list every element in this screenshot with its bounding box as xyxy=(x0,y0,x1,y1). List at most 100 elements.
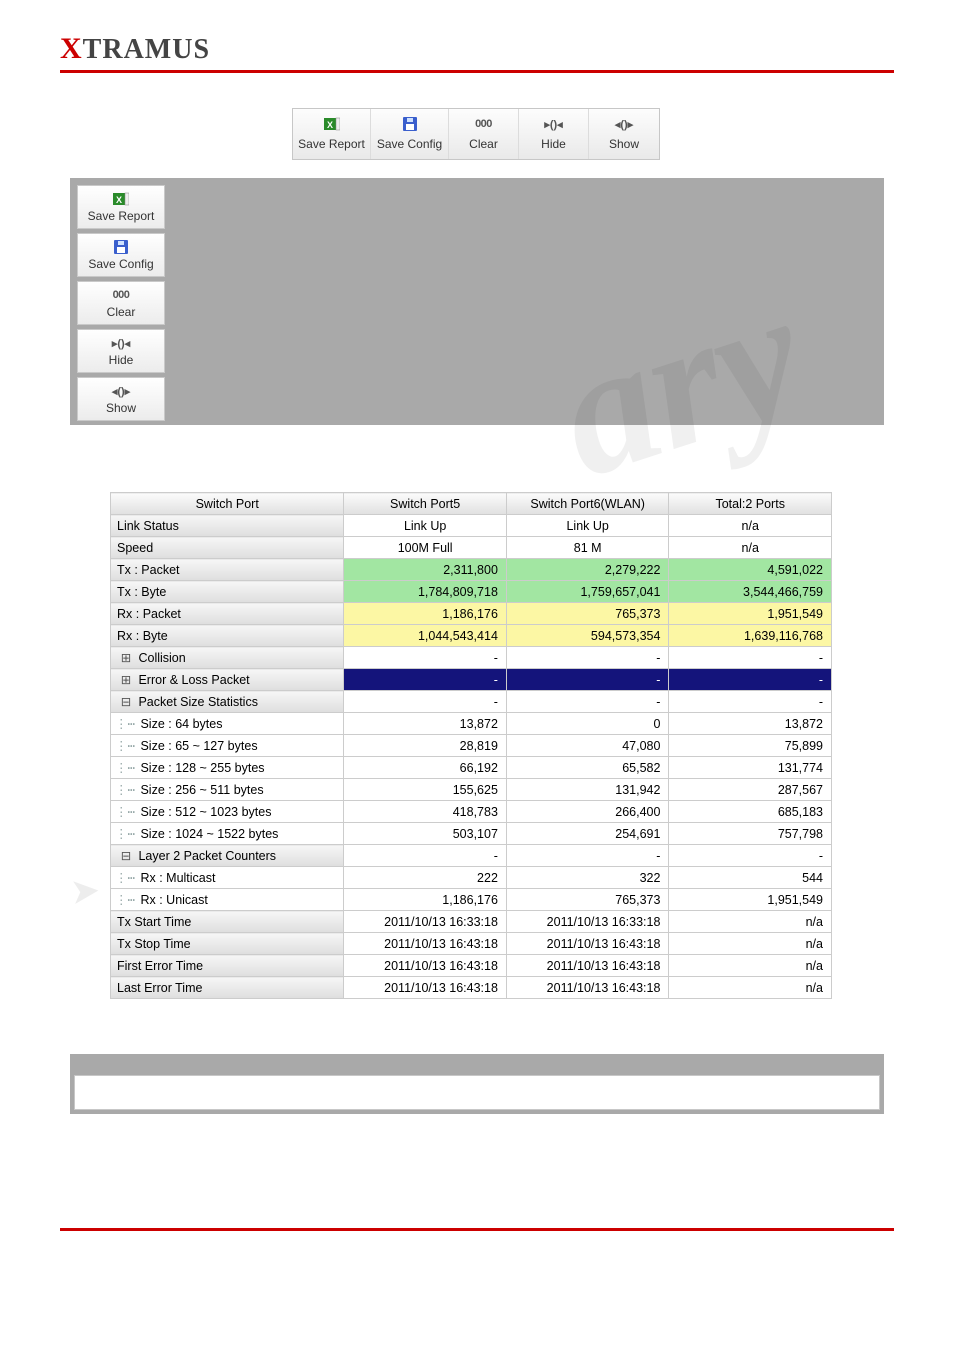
side-save-config-label: Save Config xyxy=(78,257,164,271)
row-label-cell: ⊞ Collision xyxy=(111,647,344,669)
section-empty-inner xyxy=(74,1075,880,1110)
save-report-button[interactable]: XSave Report xyxy=(293,109,371,159)
side-hide-button[interactable]: ▸()◂Hide xyxy=(77,329,165,373)
save-config-label: Save Config xyxy=(371,137,448,151)
table-row: Rx : Byte1,044,543,414594,573,3541,639,1… xyxy=(111,625,832,647)
footer-divider xyxy=(60,1228,894,1231)
row-value-cell: n/a xyxy=(669,515,832,537)
row-value-cell: 65,582 xyxy=(506,757,669,779)
row-value-cell: 2011/10/13 16:43:18 xyxy=(506,955,669,977)
tree-branch-icon: ⋮⋯ xyxy=(115,716,137,731)
side-show-button[interactable]: ◂()▸Show xyxy=(77,377,165,421)
row-value-cell: 2011/10/13 16:43:18 xyxy=(506,977,669,999)
row-value-cell: 2011/10/13 16:43:18 xyxy=(344,933,507,955)
row-label-cell: Tx : Byte xyxy=(111,581,344,603)
row-label-cell: ⋮⋯ Size : 1024 ~ 1522 bytes xyxy=(111,823,344,845)
table-header-cell: Total:2 Ports xyxy=(669,493,832,515)
row-value-cell: 2011/10/13 16:33:18 xyxy=(506,911,669,933)
row-value-cell: 503,107 xyxy=(344,823,507,845)
tree-branch-icon: ⋮⋯ xyxy=(115,826,137,841)
clear-label: Clear xyxy=(449,137,518,151)
row-value-cell: 100M Full xyxy=(344,537,507,559)
tree-expand-icon[interactable]: ⊞ xyxy=(117,650,135,665)
row-value-cell: 2011/10/13 16:33:18 xyxy=(344,911,507,933)
table-row: ⊟ Packet Size Statistics--- xyxy=(111,691,832,713)
row-label-cell: ⋮⋯ Size : 64 bytes xyxy=(111,713,344,735)
row-value-cell: 28,819 xyxy=(344,735,507,757)
table-row: Rx : Packet1,186,176765,3731,951,549 xyxy=(111,603,832,625)
row-label-cell: ⊟ Packet Size Statistics xyxy=(111,691,344,713)
row-label: Layer 2 Packet Counters xyxy=(135,849,276,863)
brand-rest: TRAMUS xyxy=(83,34,210,65)
tree-branch-icon: ⋮⋯ xyxy=(115,760,137,775)
table-row: ⋮⋯ Size : 1024 ~ 1522 bytes503,107254,69… xyxy=(111,823,832,845)
side-save-report-button[interactable]: XSave Report xyxy=(77,185,165,229)
side-show-icon: ◂()▸ xyxy=(78,382,164,400)
tree-collapse-icon[interactable]: ⊟ xyxy=(117,848,135,863)
row-value-cell: 4,591,022 xyxy=(669,559,832,581)
show-label: Show xyxy=(589,137,659,151)
switch-port-statistics-table: Switch PortSwitch Port5Switch Port6(WLAN… xyxy=(110,492,832,999)
row-value-cell: 1,639,116,768 xyxy=(669,625,832,647)
table-row: Tx : Packet2,311,8002,279,2224,591,022 xyxy=(111,559,832,581)
table-row: ⋮⋯ Size : 64 bytes13,872013,872 xyxy=(111,713,832,735)
row-label: Rx : Multicast xyxy=(137,871,216,885)
header-divider xyxy=(60,70,894,73)
row-value-cell: 1,951,549 xyxy=(669,603,832,625)
row-label-cell: Tx Stop Time xyxy=(111,933,344,955)
row-value-cell: n/a xyxy=(669,537,832,559)
hide-label: Hide xyxy=(519,137,588,151)
row-value-cell: - xyxy=(669,691,832,713)
tree-branch-icon: ⋮⋯ xyxy=(115,870,137,885)
table-row: ⋮⋯ Size : 128 ~ 255 bytes66,19265,582131… xyxy=(111,757,832,779)
clear-icon: 000 xyxy=(449,113,518,135)
side-clear-button[interactable]: 000Clear xyxy=(77,281,165,325)
row-label-cell: Speed xyxy=(111,537,344,559)
side-save-config-button[interactable]: Save Config xyxy=(77,233,165,277)
tree-branch-icon: ⋮⋯ xyxy=(115,782,137,797)
side-save-report-label: Save Report xyxy=(78,209,164,223)
row-value-cell: 131,774 xyxy=(669,757,832,779)
table-row: Link StatusLink UpLink Upn/a xyxy=(111,515,832,537)
row-value-cell: 765,373 xyxy=(506,603,669,625)
row-label: Error & Loss Packet xyxy=(135,673,250,687)
row-label-cell: Rx : Byte xyxy=(111,625,344,647)
row-label: Size : 256 ~ 511 bytes xyxy=(137,783,264,797)
table-row: ⊟ Layer 2 Packet Counters--- xyxy=(111,845,832,867)
row-value-cell: - xyxy=(506,647,669,669)
row-value-cell: 3,544,466,759 xyxy=(669,581,832,603)
row-value-cell: 81 M xyxy=(506,537,669,559)
row-value-cell: Link Up xyxy=(506,515,669,537)
side-hide-icon: ▸()◂ xyxy=(78,334,164,352)
row-value-cell: - xyxy=(506,845,669,867)
row-value-cell: 2011/10/13 16:43:18 xyxy=(344,977,507,999)
row-value-cell: n/a xyxy=(669,955,832,977)
row-value-cell: 1,044,543,414 xyxy=(344,625,507,647)
table-row: Last Error Time2011/10/13 16:43:182011/1… xyxy=(111,977,832,999)
clear-button[interactable]: 000 Clear xyxy=(449,109,519,159)
row-label-cell: Tx Start Time xyxy=(111,911,344,933)
save-config-button[interactable]: Save Config xyxy=(371,109,449,159)
brand-x: X xyxy=(60,32,83,65)
row-label-cell: ⋮⋯ Size : 128 ~ 255 bytes xyxy=(111,757,344,779)
table-row: ⊞ Collision--- xyxy=(111,647,832,669)
show-button[interactable]: ◂()▸Show xyxy=(589,109,659,159)
row-value-cell: - xyxy=(344,647,507,669)
tree-collapse-icon[interactable]: ⊟ xyxy=(117,694,135,709)
row-value-cell: 155,625 xyxy=(344,779,507,801)
row-value-cell: 1,186,176 xyxy=(344,603,507,625)
top-toolbar: XSave ReportSave Config000 Clear▸()◂Hide◂… xyxy=(292,108,660,160)
hide-button[interactable]: ▸()◂Hide xyxy=(519,109,589,159)
tree-branch-icon: ⋮⋯ xyxy=(115,738,137,753)
row-label: Collision xyxy=(135,651,186,665)
row-label: Rx : Unicast xyxy=(137,893,208,907)
row-value-cell: 765,373 xyxy=(506,889,669,911)
table-row: ⋮⋯ Size : 256 ~ 511 bytes155,625131,9422… xyxy=(111,779,832,801)
tree-branch-icon: ⋮⋯ xyxy=(115,892,137,907)
table-row: Tx : Byte1,784,809,7181,759,657,0413,544… xyxy=(111,581,832,603)
section-empty xyxy=(70,1054,884,1114)
table-row: Tx Stop Time2011/10/13 16:43:182011/10/1… xyxy=(111,933,832,955)
tree-expand-icon[interactable]: ⊞ xyxy=(117,672,135,687)
table-row: ⋮⋯ Size : 65 ~ 127 bytes28,81947,08075,8… xyxy=(111,735,832,757)
row-label: Size : 128 ~ 255 bytes xyxy=(137,761,265,775)
